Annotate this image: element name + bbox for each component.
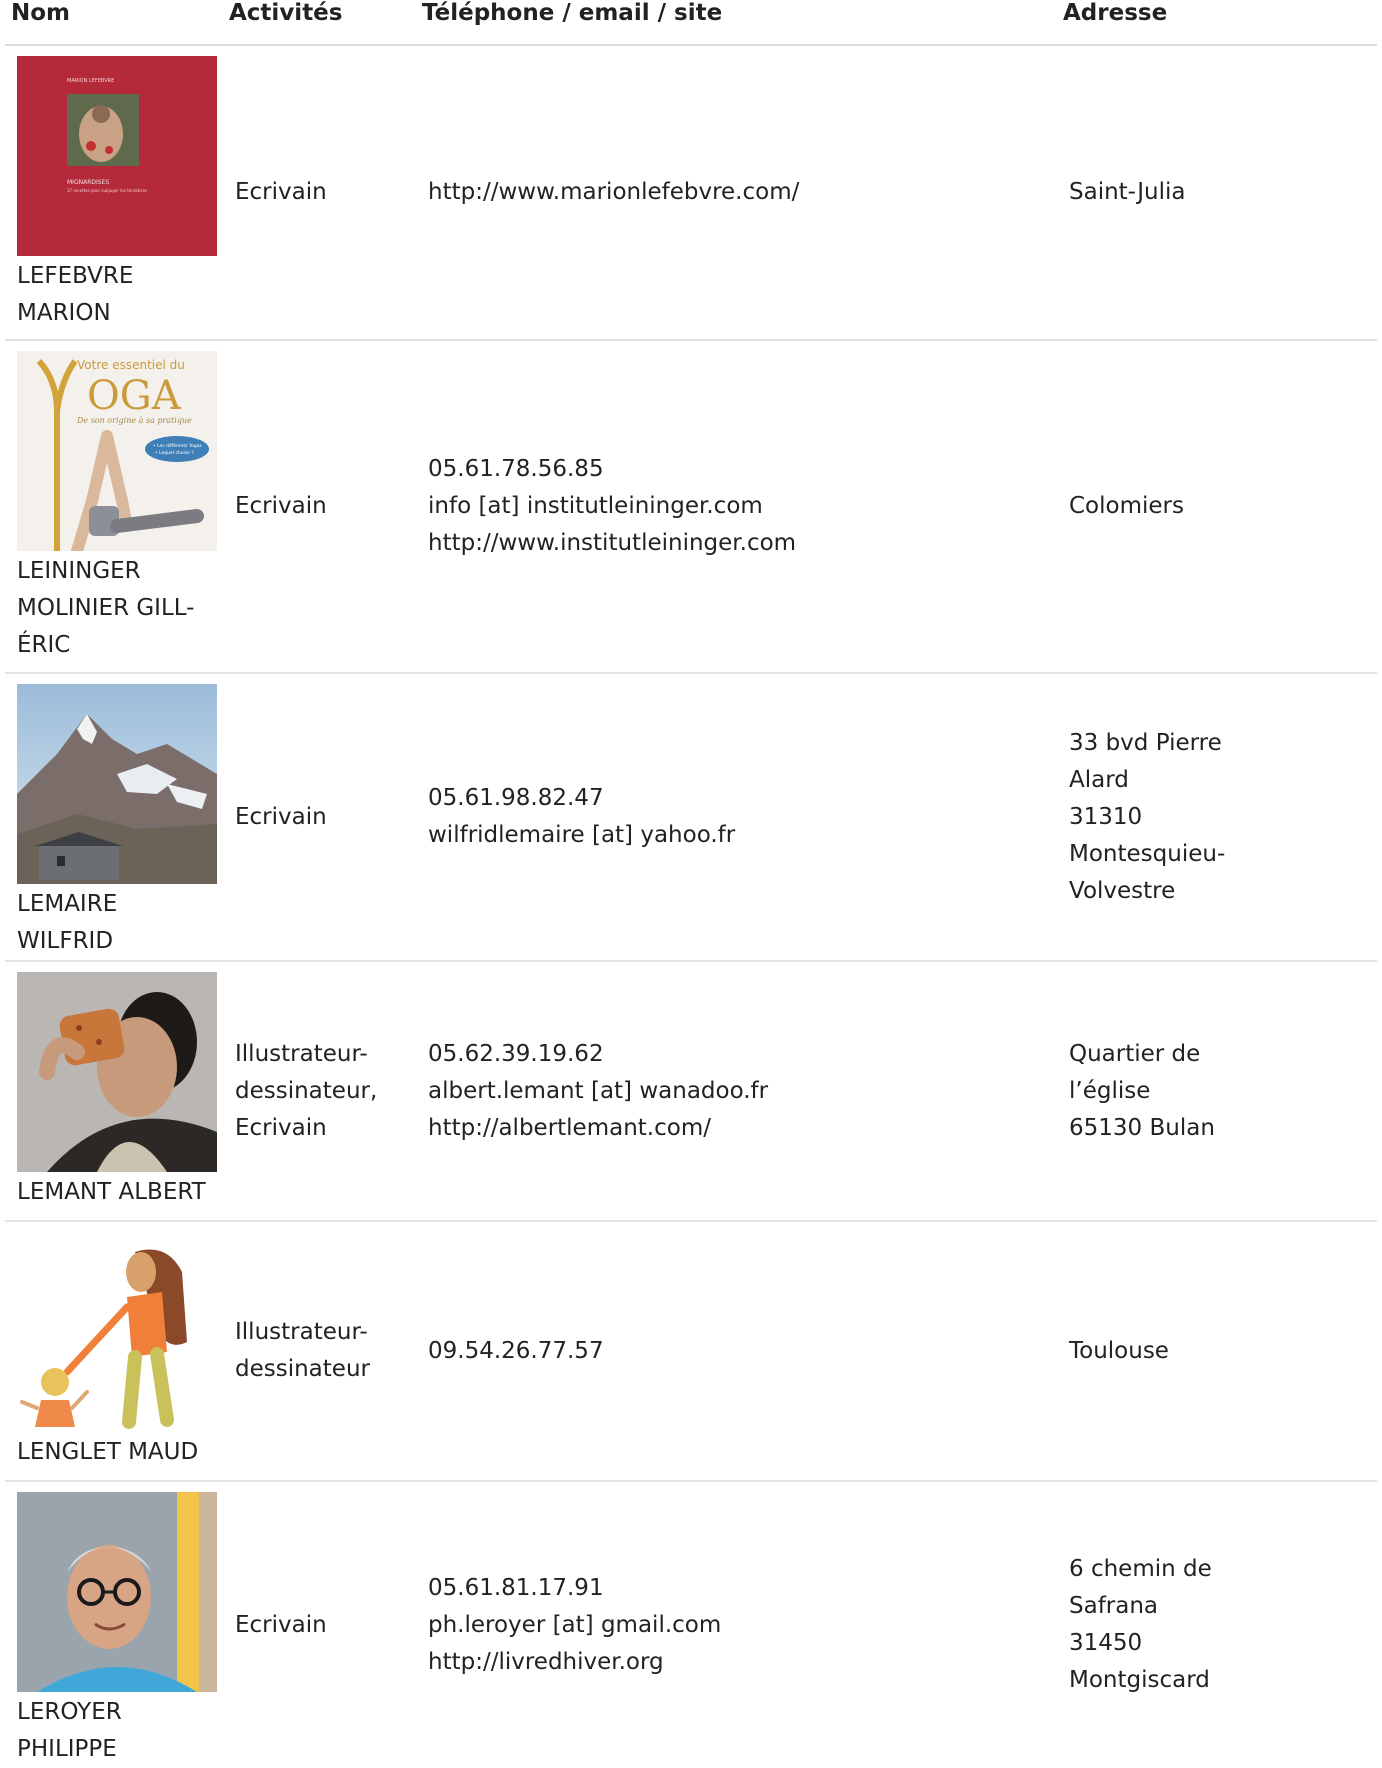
person-name: LEFEBVRE MARION	[17, 263, 134, 326]
name-cell: LEROYER PHILIPPE	[5, 1481, 223, 1768]
website-link[interactable]: http://www.institutleininger.com	[428, 525, 1051, 562]
contact-cell: 05.62.39.19.62 albert.lemant [at] wanado…	[416, 961, 1057, 1222]
person-name: LEMANT ALBERT	[17, 1179, 206, 1205]
person-name: LEMAIRE WILFRID	[17, 891, 118, 954]
book-cover-image[interactable]: Votre essentiel du OGA De son origine à …	[17, 351, 217, 551]
header-contact: Téléphone / email / site	[416, 0, 1057, 46]
cover-top-text: Votre essentiel du	[77, 358, 185, 372]
phone-number: 05.62.39.19.62	[428, 1040, 604, 1067]
contact-cell: 05.61.78.56.85 info [at] institutleining…	[416, 340, 1057, 674]
address-cell: 6 chemin de Safrana 31450 Montgiscard	[1069, 1556, 1212, 1693]
table-row: Votre essentiel du OGA De son origine à …	[5, 340, 1377, 674]
person-name: LEROYER PHILIPPE	[17, 1699, 122, 1762]
phone-number: 05.61.78.56.85	[428, 456, 604, 482]
person-name: LEININGER MOLINIER GILL- ÉRIC	[17, 558, 195, 658]
email-address: wilfridlemaire [at] yahoo.fr	[428, 822, 736, 848]
activity-cell: Ecrivain	[235, 1611, 327, 1638]
book-cover-image[interactable]: MARION LEFEBVRE MIGNARDISES 37 recettes …	[17, 56, 217, 256]
cover-author: MARION LEFEBVRE	[67, 78, 114, 84]
cover-subtitle: De son origine à sa pratique	[76, 416, 192, 425]
activity-cell: Illustrateur- dessinateur, Ecrivain	[223, 961, 416, 1222]
header-nom: Nom	[5, 0, 223, 46]
cover-badge-line2: • Lequel choisir ?	[155, 450, 195, 456]
directory-table: Nom Activités Téléphone / email / site A…	[5, 0, 1377, 1768]
contact-cell: 05.61.81.17.91 ph.leroyer [at] gmail.com…	[416, 1481, 1057, 1768]
cover-subtitle: 37 recettes pour subjuger les tentatives	[67, 188, 147, 193]
table-header-row: Nom Activités Téléphone / email / site A…	[5, 0, 1377, 46]
address-cell: Quartier de l’église 65130 Bulan	[1057, 961, 1377, 1222]
table-row: LEMAIRE WILFRID Ecrivain 05.61.98.82.47 …	[5, 673, 1377, 962]
cover-badge-line1: • Les différents Yogas	[153, 442, 202, 449]
table-row: LEROYER PHILIPPE Ecrivain 05.61.81.17.91…	[5, 1481, 1377, 1768]
mountain-photo[interactable]	[17, 684, 217, 884]
table-row: MARION LEFEBVRE MIGNARDISES 37 recettes …	[5, 45, 1377, 341]
phone-number: 05.61.98.82.47	[428, 785, 604, 811]
name-cell: LEMANT ALBERT	[5, 961, 223, 1222]
portrait-glasses-photo[interactable]	[17, 1492, 217, 1692]
activity-cell: Illustrateur- dessinateur	[223, 1221, 416, 1482]
name-cell: Votre essentiel du OGA De son origine à …	[5, 340, 223, 674]
activity-cell: Ecrivain	[223, 340, 416, 674]
address-cell: 33 bvd Pierre Alard 31310 Montesquieu- V…	[1057, 673, 1377, 962]
header-adresse: Adresse	[1057, 0, 1377, 46]
name-cell: MARION LEFEBVRE MIGNARDISES 37 recettes …	[5, 45, 223, 341]
email-address: info [at] institutleininger.com	[428, 493, 763, 519]
email-address: ph.leroyer [at] gmail.com	[428, 1611, 722, 1638]
contact-cell: http://www.marionlefebvre.com/	[416, 45, 1057, 341]
header-activites: Activités	[223, 0, 416, 46]
website-link[interactable]: http://albertlemant.com/	[428, 1110, 1051, 1147]
address-cell: Saint-Julia	[1057, 45, 1377, 341]
activity-cell: Ecrivain	[223, 673, 416, 962]
address-cell: Toulouse	[1057, 1221, 1377, 1482]
email-address: albert.lemant [at] wanadoo.fr	[428, 1077, 769, 1104]
website-link[interactable]: http://www.marionlefebvre.com/	[428, 174, 1051, 211]
person-name: LENGLET MAUD	[17, 1439, 199, 1465]
cover-title: MIGNARDISES	[67, 179, 109, 186]
contact-cell: 09.54.26.77.57	[416, 1221, 1057, 1482]
cover-title: OGA	[87, 373, 182, 419]
website-link[interactable]: http://livredhiver.org	[428, 1644, 1051, 1681]
illustration-image[interactable]	[17, 1232, 217, 1432]
table-row: LENGLET MAUD Illustrateur- dessinateur 0…	[5, 1221, 1377, 1482]
address-cell: Colomiers	[1057, 340, 1377, 674]
portrait-photo[interactable]	[17, 972, 217, 1172]
activity-cell: Ecrivain	[223, 45, 416, 341]
phone-number: 05.61.81.17.91	[428, 1574, 604, 1601]
name-cell: LENGLET MAUD	[5, 1221, 223, 1482]
table-row: LEMANT ALBERT Illustrateur- dessinateur,…	[5, 961, 1377, 1222]
name-cell: LEMAIRE WILFRID	[5, 673, 223, 962]
phone-number: 09.54.26.77.57	[428, 1337, 604, 1364]
contact-cell: 05.61.98.82.47 wilfridlemaire [at] yahoo…	[416, 673, 1057, 962]
